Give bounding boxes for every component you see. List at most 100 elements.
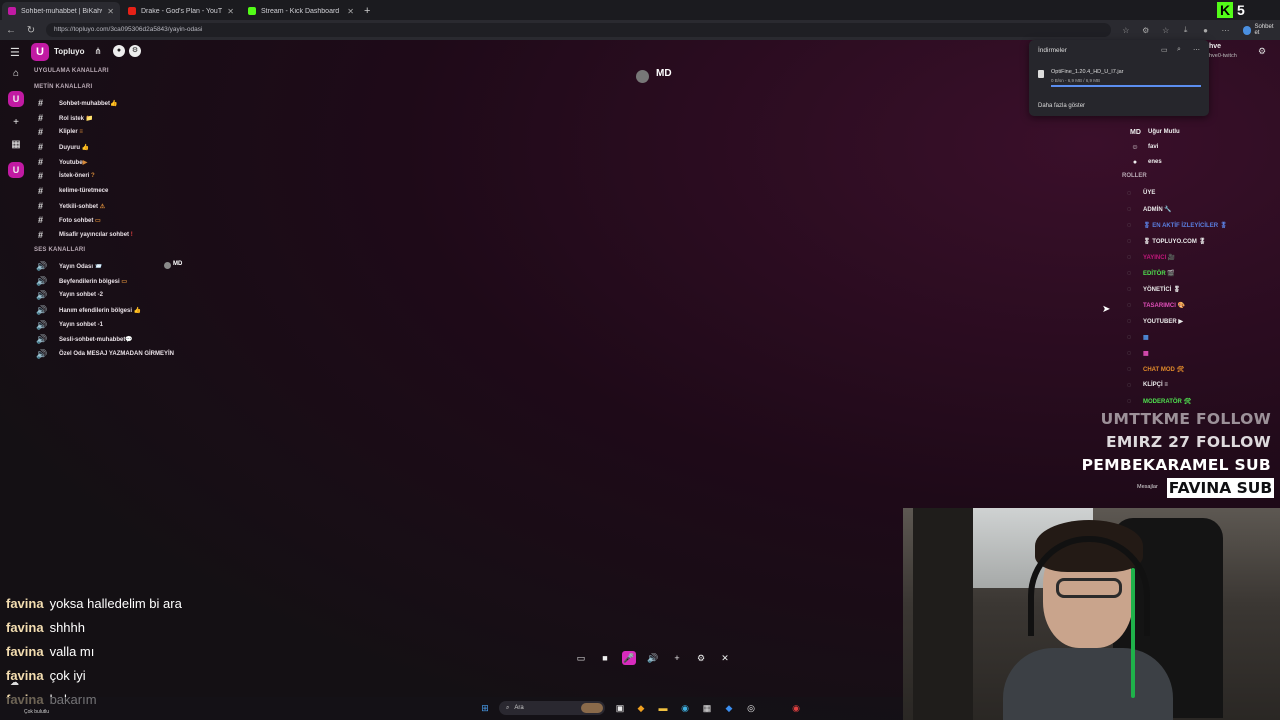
voice-channel-hanim-efendiler[interactable]: 🔊 Hanım efendilerin bölgesi 👍 (36, 304, 141, 316)
role-item[interactable]: ◌ KLİPÇİ ≡ (1125, 379, 1168, 391)
channel-misafir-yayincilar[interactable]: # Misafir yayıncılar sohbet ! (36, 229, 133, 241)
hashtag-icon: # (37, 201, 43, 211)
show-more-link[interactable]: Daha fazla göster (1038, 103, 1085, 109)
member-avatar: MD (1130, 128, 1141, 136)
voice-channel-yayin-sohbet-2[interactable]: 🔊 Yayın sohbet -2 (36, 289, 103, 301)
role-item[interactable]: ◌ 🎖 EN AKTİF İZLEYİCİLER 🎖 (1125, 219, 1227, 231)
channel-kelime-turetmece[interactable]: # kelime-türetmece (36, 185, 108, 197)
roles-heading: ROLLER (1122, 173, 1147, 179)
screen-share-icon[interactable]: ▭ (574, 651, 588, 665)
close-tab-icon[interactable]: ✕ (107, 7, 114, 16)
voice-channel-yayin-odasi[interactable]: 🔊 Yayın Odası 📨 (36, 260, 102, 272)
new-tab-button[interactable]: + (364, 2, 370, 20)
close-tab-icon[interactable]: ✕ (347, 7, 354, 16)
role-item[interactable]: ◌ 🎖 TOPLUYO.COM 🎖 (1125, 235, 1206, 247)
role-toggle-icon: ◌ (1126, 301, 1132, 309)
address-bar[interactable]: https://topluyo.com/3ca095306d2a5843/yay… (45, 23, 1111, 37)
star-icon[interactable]: ☆ (1121, 26, 1131, 35)
channel-klipler[interactable]: # Klipler ≡ (36, 126, 83, 138)
voice-participant-avatar[interactable] (636, 70, 649, 83)
taskbar-search[interactable]: ⌕ Ara (499, 701, 605, 715)
member-item[interactable]: MD Uğur Mutlu (1130, 126, 1180, 138)
app-logo-icon[interactable]: U (31, 43, 49, 61)
role-toggle-icon: ◌ (1126, 205, 1132, 213)
role-item[interactable]: ◌ ▦ (1125, 331, 1149, 343)
topluyo-favicon-icon (8, 7, 16, 15)
role-toggle-icon: ◌ (1126, 317, 1132, 325)
channel-sohbet-muhabbet[interactable]: # Sohbet-muhabbet👍 (36, 97, 118, 109)
folder-icon[interactable]: ▭ (1161, 46, 1168, 54)
obs-icon[interactable]: ◉ (790, 702, 802, 714)
gear-icon[interactable]: ⚙ (1258, 46, 1266, 57)
disconnect-icon[interactable]: ✕ (718, 651, 732, 665)
channel-youtube[interactable]: # Youtube▶ (36, 156, 87, 168)
file-explorer-icon[interactable]: ▬ (657, 702, 669, 714)
role-item[interactable]: ◌ YAYINCI 🎥 (1125, 251, 1175, 263)
role-item[interactable]: ◌ MODERATÖR 🛠 (1125, 395, 1191, 407)
server-brand-icon[interactable]: U (8, 162, 24, 178)
chat-button[interactable]: Sohbet et (1242, 24, 1280, 36)
more-icon[interactable]: ⋯ (1193, 46, 1200, 54)
windows-start-icon[interactable]: ⊞ (479, 702, 491, 714)
add-server-icon[interactable]: + (8, 115, 24, 131)
channel-istek-oneri[interactable]: # İstek-öneri ? (36, 170, 95, 182)
channel-foto-sohbet[interactable]: # Foto sohbet ▭ (36, 214, 101, 226)
channel-rol-istek[interactable]: # Rol istek 📁 (36, 112, 93, 124)
favorites-icon[interactable]: ☆ (1161, 26, 1171, 35)
browser-tab-topluyo[interactable]: Sohbet-muhabbet | BiKahv... ✕ (2, 2, 120, 20)
channel-duyuru[interactable]: # Duyuru 👍 (36, 141, 89, 153)
mouse-cursor-icon: ➤ (1102, 304, 1111, 315)
voice-channel-sesli-sohbet[interactable]: 🔊 Sesli-sohbet-muhabbet💬 (36, 333, 133, 345)
role-item[interactable]: ◌ EDİTÖR 🎬 (1125, 267, 1175, 279)
hashtag-icon: # (37, 113, 43, 123)
browser-tab-kick[interactable]: Stream - Kick Dashboard ✕ (242, 2, 360, 20)
role-item[interactable]: ◌ ▦ (1125, 347, 1149, 359)
server-topluyo-icon[interactable]: U (8, 91, 24, 107)
download-filename[interactable]: OptiFine_1.20.4_HD_U_I7.jar (1051, 69, 1123, 75)
speaker-icon[interactable]: 🔊 (646, 651, 660, 665)
role-toggle-icon: ◌ (1126, 285, 1132, 293)
back-icon[interactable]: ← (6, 25, 16, 36)
channel-yetkili-sohbet[interactable]: # Yetkili-sohbet ⚠ (36, 200, 105, 212)
role-item[interactable]: ◌ ÜYE (1125, 187, 1155, 199)
microphone-icon[interactable]: 🎤 (622, 651, 636, 665)
role-item[interactable]: ◌ YOUTUBER ▶ (1125, 315, 1183, 327)
search-icon[interactable]: ⌕ (1177, 46, 1181, 54)
store-icon[interactable]: ▦ (701, 702, 713, 714)
browser-tab-youtube[interactable]: Drake - God's Plan - YouTube ✕ (122, 2, 240, 20)
role-item[interactable]: ◌ TASARIMCI 🎨 (1125, 299, 1185, 311)
role-label: ▦ (1143, 350, 1149, 357)
voice-channel-ozel-oda[interactable]: 🔊 Özel Oda MESAJ YAZMADAN GİRMEYİN (36, 348, 174, 360)
home-icon[interactable]: ⌂ (8, 66, 24, 82)
task-view-icon[interactable]: ▣ (614, 702, 626, 714)
voice-channel-yayin-sohbet-1[interactable]: 🔊 Yayın sohbet -1 (36, 319, 103, 331)
voice-channel-beyfendiler[interactable]: 🔊 Beyfendilerin bölgesi ▭ (36, 275, 127, 287)
edge-icon[interactable]: ◉ (679, 702, 691, 714)
chat-bubble-icon[interactable]: ● (113, 45, 125, 57)
settings-icon[interactable]: ⚙ (694, 651, 708, 665)
channel-label: Duyuru (59, 144, 80, 151)
channel-emoji: 📁 (85, 115, 94, 122)
close-tab-icon[interactable]: ✕ (227, 7, 234, 16)
role-item[interactable]: ◌ YÖNETİCİ 🎖 (1125, 283, 1181, 295)
member-item[interactable]: ☺ favi (1130, 141, 1158, 153)
steam-icon[interactable]: ◎ (745, 702, 757, 714)
member-item[interactable]: ● enes (1130, 156, 1162, 168)
menu-icon[interactable]: ☰ (10, 46, 20, 59)
webcam-feed (903, 508, 1280, 720)
settings-circle-icon[interactable]: ⚙ (129, 45, 141, 57)
reload-icon[interactable]: ↻ (26, 25, 36, 36)
more-icon[interactable]: ⋯ (1221, 26, 1231, 35)
server-avatar-icon[interactable]: ▦ (8, 137, 24, 153)
download-icon[interactable]: ⤓ (1181, 25, 1191, 35)
extension-icon[interactable]: ⚙ (1141, 26, 1151, 35)
vscode-icon[interactable]: ◆ (723, 702, 735, 714)
profile-icon[interactable]: ● (1201, 26, 1211, 35)
share-icon[interactable]: ⋔ (92, 45, 104, 57)
camera-icon[interactable]: ■ (598, 651, 612, 665)
role-item[interactable]: ◌ ADMİN 🔧 (1125, 203, 1172, 215)
add-icon[interactable]: + (670, 651, 684, 665)
copilot-taskbar-icon[interactable]: ◆ (635, 702, 647, 714)
weather-icon[interactable]: ☁ (10, 677, 19, 688)
role-item[interactable]: ◌ CHAT MOD 🛠 (1125, 363, 1184, 375)
